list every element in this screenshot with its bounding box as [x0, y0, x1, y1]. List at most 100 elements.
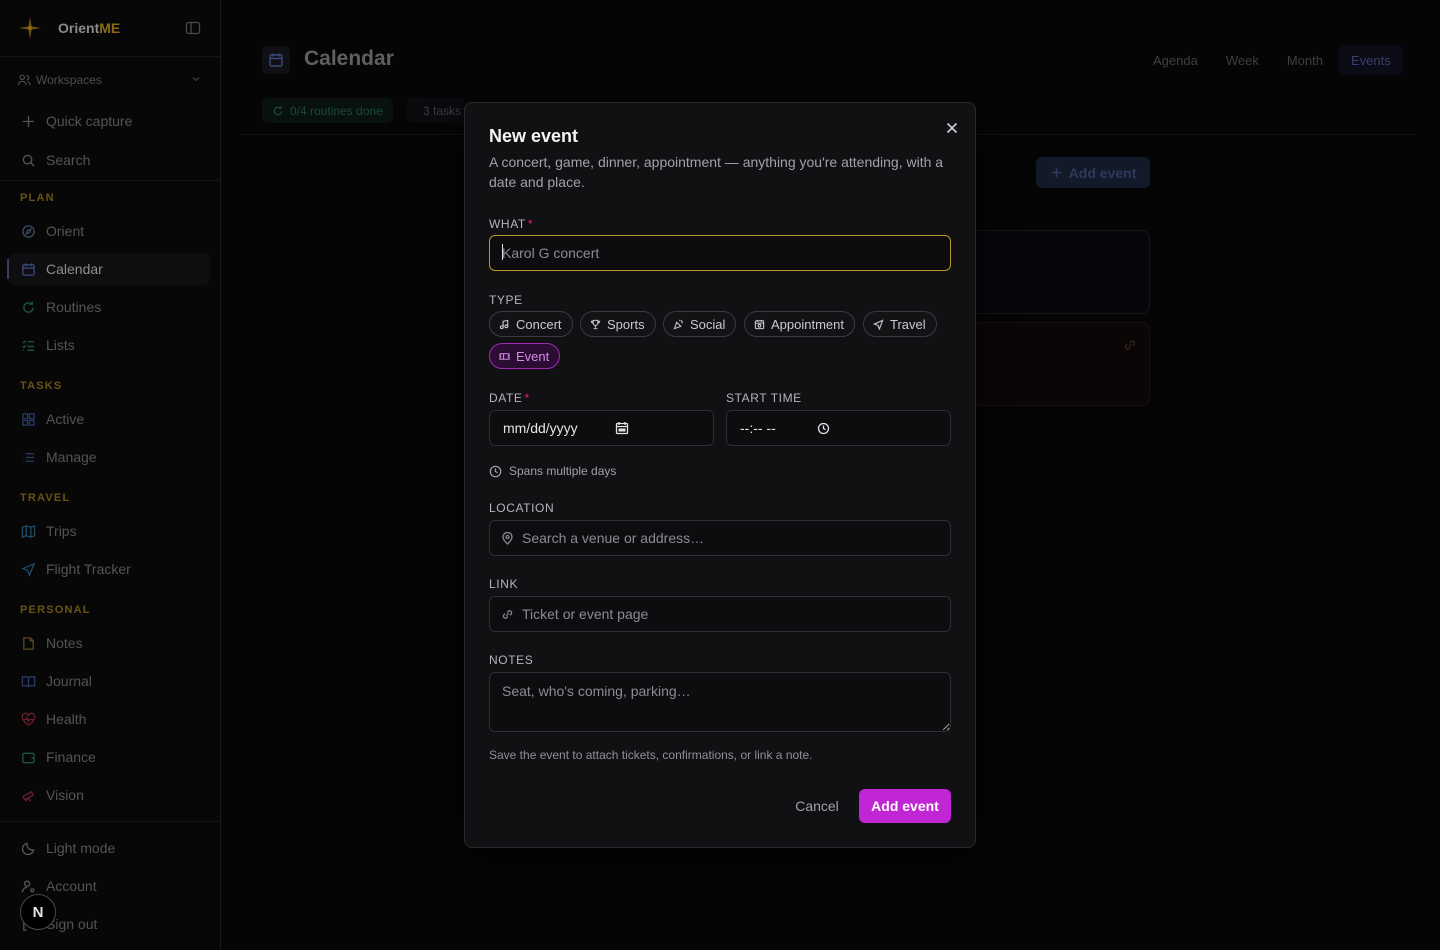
- trophy-icon: [590, 319, 601, 329]
- sidebar-item-manage[interactable]: Manage: [8, 441, 210, 473]
- tab-week[interactable]: Week: [1214, 45, 1271, 75]
- type-label: TYPE: [489, 293, 523, 307]
- brand-name: OrientME: [58, 20, 121, 36]
- map-icon: [21, 524, 36, 538]
- sidebar-item-label: Finance: [46, 749, 96, 765]
- location-input[interactable]: [490, 521, 950, 555]
- sidebar-item-flight-tracker[interactable]: Flight Tracker: [8, 553, 210, 585]
- workspaces-label: Workspaces: [36, 73, 102, 87]
- type-chip-concert[interactable]: Concert: [489, 311, 573, 337]
- tab-month[interactable]: Month: [1275, 45, 1335, 75]
- plane-icon: [21, 562, 36, 577]
- map-pin-icon: [502, 532, 513, 545]
- sidebar-item-label: Routines: [46, 299, 102, 315]
- clock-picker-icon[interactable]: [817, 422, 830, 435]
- telescope-icon: [21, 790, 35, 802]
- routines-status-text: 0/4 routines done: [290, 103, 383, 118]
- sidebar-item-label: Orient: [46, 223, 85, 239]
- refresh-icon: [273, 105, 283, 115]
- event-card[interactable]: [975, 322, 1150, 406]
- sidebar-item-journal[interactable]: Journal: [8, 665, 210, 697]
- sidebar-item-notes[interactable]: Notes: [8, 627, 210, 659]
- collapse-sidebar-icon[interactable]: [185, 20, 201, 36]
- attachments-helper-text: Save the event to attach tickets, confir…: [489, 748, 813, 762]
- close-icon[interactable]: [943, 119, 961, 137]
- sidebar-item-routines[interactable]: Routines: [8, 291, 210, 323]
- link-icon: [502, 610, 513, 619]
- date-label: DATE *: [489, 391, 530, 405]
- tab-events[interactable]: Events: [1338, 45, 1403, 75]
- dialog-title: New event: [489, 126, 579, 146]
- notes-textarea[interactable]: [489, 672, 951, 732]
- compass-icon: [22, 224, 35, 238]
- type-chip-sports[interactable]: Sports: [580, 311, 656, 337]
- sidebar-item-lists[interactable]: Lists: [8, 329, 210, 361]
- sidebar-item-label: Vision: [46, 787, 84, 803]
- section-heading-plan: PLAN: [20, 192, 55, 204]
- link-input[interactable]: [490, 597, 950, 631]
- tab-agenda[interactable]: Agenda: [1141, 45, 1210, 75]
- cancel-button[interactable]: Cancel: [785, 791, 849, 821]
- calendar-clock-icon: [754, 319, 765, 329]
- link-field: [489, 596, 951, 632]
- new-event-dialog: New event A concert, game, dinner, appoi…: [464, 102, 976, 848]
- sidebar-item-health[interactable]: Health: [8, 703, 210, 735]
- chevron-down-icon: [192, 77, 200, 82]
- spans-multiple-days-toggle[interactable]: Spans multiple days: [489, 464, 616, 478]
- start-time-input[interactable]: --:-- --: [726, 410, 951, 446]
- type-chip-social[interactable]: Social: [663, 311, 737, 337]
- notes-label: NOTES: [489, 653, 534, 667]
- sidebar-item-label: Active: [46, 411, 85, 427]
- sidebar-item-vision[interactable]: Vision: [8, 779, 210, 811]
- avatar[interactable]: N: [20, 894, 56, 930]
- search-label: Search: [46, 152, 91, 168]
- book-open-icon: [21, 675, 36, 687]
- sidebar-item-calendar[interactable]: Calendar: [7, 253, 210, 285]
- light-mode-toggle[interactable]: Light mode: [8, 832, 210, 864]
- type-chip-appointment[interactable]: Appointment: [744, 311, 855, 337]
- sidebar-item-active[interactable]: Active: [8, 403, 210, 435]
- wallet-icon: [22, 752, 35, 763]
- search-icon: [22, 154, 35, 167]
- brand[interactable]: OrientME: [18, 14, 120, 42]
- time-placeholder: --:-- --: [740, 420, 776, 436]
- spans-multiple-days-label: Spans multiple days: [509, 464, 617, 478]
- link-label: LINK: [489, 577, 519, 591]
- add-event-label: Add event: [1068, 164, 1137, 181]
- tasks-status-text: 3 tasks: [423, 103, 462, 118]
- sidebar-item-trips[interactable]: Trips: [8, 515, 210, 547]
- date-input[interactable]: mm/dd/yyyy: [489, 410, 714, 446]
- sidebar-item-label: Lists: [46, 337, 75, 353]
- sidebar-item-label: Manage: [46, 449, 97, 465]
- plus-icon: [22, 115, 35, 127]
- quick-capture-button[interactable]: Quick capture: [8, 105, 210, 137]
- type-chip-travel[interactable]: Travel: [863, 311, 937, 337]
- sidebar-item-label: Health: [46, 711, 87, 727]
- what-label: WHAT *: [489, 217, 534, 231]
- search-button[interactable]: Search: [8, 144, 210, 176]
- what-input[interactable]: [489, 235, 951, 271]
- calendar-icon: [22, 262, 35, 276]
- party-popper-icon: [673, 319, 684, 330]
- add-event-button[interactable]: Add event: [859, 789, 951, 823]
- event-card[interactable]: [975, 230, 1150, 314]
- sidebar-item-label: Trips: [46, 523, 77, 539]
- sidebar-item-label: Flight Tracker: [46, 561, 131, 577]
- routines-status-chip[interactable]: 0/4 routines done: [262, 98, 393, 123]
- text-cursor: [502, 244, 503, 260]
- location-field: [489, 520, 951, 556]
- workspaces-selector[interactable]: Workspaces: [17, 70, 207, 90]
- sidebar-item-finance[interactable]: Finance: [8, 741, 210, 773]
- sidebar-item-orient[interactable]: Orient: [8, 215, 210, 247]
- list-icon: [22, 452, 35, 462]
- type-chip-event[interactable]: Event: [489, 343, 561, 369]
- account-label: Account: [46, 878, 97, 894]
- calendar-picker-icon[interactable]: [615, 421, 629, 435]
- plane-icon: [873, 318, 884, 330]
- add-event-button-background[interactable]: Add event: [1036, 157, 1150, 188]
- users-icon: [17, 74, 31, 86]
- sidebar-divider: [0, 821, 220, 822]
- heart-pulse-icon: [21, 712, 36, 726]
- section-heading-personal: PERSONAL: [20, 604, 91, 616]
- tasks-status-chip[interactable]: 3 tasks: [407, 98, 464, 123]
